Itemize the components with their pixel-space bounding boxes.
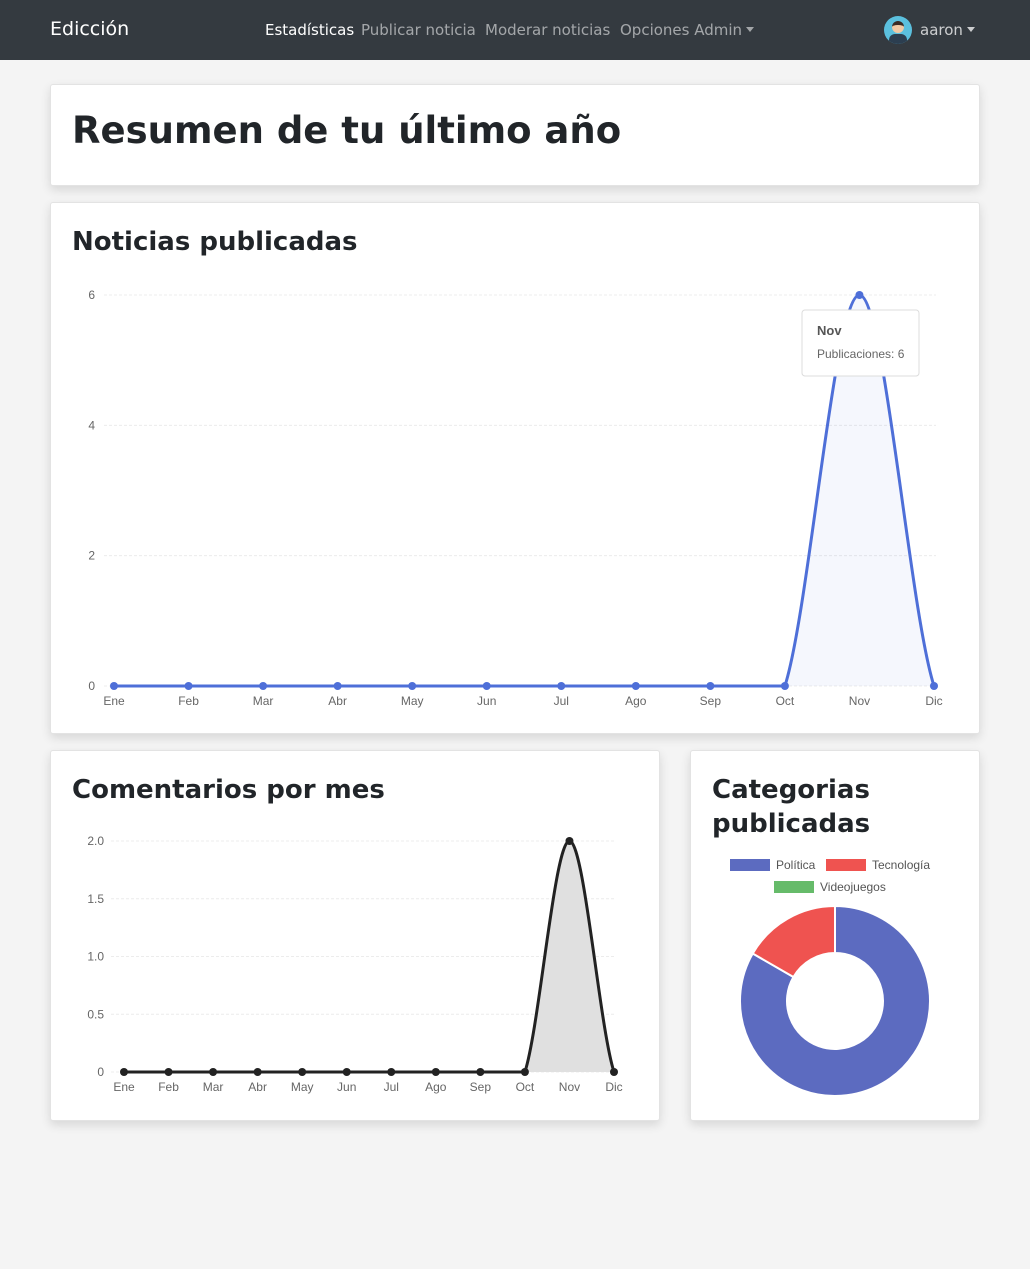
user-dropdown[interactable]: aaron	[920, 21, 975, 39]
x-tick-label: Oct	[776, 694, 795, 708]
nav-dropdown-opciones-admin-label: Opciones Admin	[620, 21, 743, 39]
categories-chart-title-line1: Categorias	[712, 775, 870, 805]
caret-down-icon	[746, 27, 755, 32]
categories-chart[interactable]: Política Tecnología Videojuegos	[691, 851, 979, 1111]
data-point	[780, 682, 789, 690]
data-point	[520, 1068, 529, 1076]
x-tick-label: May	[291, 1080, 314, 1094]
tooltip-title: Nov	[817, 323, 842, 338]
chart-tooltip: Nov Publicaciones: 6	[801, 309, 920, 377]
x-tick-label: Jul	[554, 694, 569, 708]
x-tick-label: Ago	[425, 1080, 447, 1094]
y-tick-label: 0	[88, 679, 95, 693]
data-point	[930, 682, 938, 690]
data-point	[610, 1068, 618, 1076]
categories-chart-title: Categorias publicadas	[712, 773, 870, 841]
y-tick-label: 0	[97, 1065, 104, 1079]
x-tick-label: Sep	[470, 1080, 492, 1094]
data-point	[333, 682, 342, 690]
data-point	[482, 682, 491, 690]
data-point	[476, 1068, 485, 1076]
x-tick-label: Abr	[328, 694, 347, 708]
y-tick-label: 1.5	[87, 892, 104, 906]
y-tick-label: 1.0	[87, 950, 104, 964]
data-point	[209, 1068, 218, 1076]
news-chart-title: Noticias publicadas	[72, 227, 358, 257]
legend-swatch	[826, 859, 866, 871]
nav-dropdown-opciones-admin[interactable]: Opciones Admin	[620, 21, 755, 39]
y-tick-label: 2.0	[87, 834, 104, 848]
data-point	[259, 682, 268, 690]
x-tick-label: Oct	[516, 1080, 535, 1094]
x-tick-label: Abr	[248, 1080, 267, 1094]
legend-label: Política	[776, 858, 816, 872]
x-tick-label: Mar	[203, 1080, 224, 1094]
y-tick-label: 0.5	[87, 1007, 104, 1021]
x-tick-label: Dic	[605, 1080, 622, 1094]
caret-down-icon	[966, 27, 975, 32]
comments-chart-title: Comentarios por mes	[72, 775, 385, 805]
comments-chart[interactable]: 0 0.5 1.0 1.5 2.0 Ene Feb Mar Abr May Jun Jul Ago Sep…	[51, 823, 659, 1118]
data-point	[706, 682, 715, 690]
data-point	[120, 1068, 128, 1076]
x-tick-label: Feb	[178, 694, 199, 708]
data-point	[631, 682, 640, 690]
x-tick-label: Dic	[925, 694, 942, 708]
x-tick-label: Ene	[103, 694, 125, 708]
data-point	[164, 1068, 173, 1076]
x-tick-label: May	[401, 694, 424, 708]
data-point	[855, 291, 864, 299]
y-tick-label: 2	[88, 549, 95, 563]
data-point	[253, 1068, 262, 1076]
data-point	[342, 1068, 351, 1076]
legend-label: Videojuegos	[820, 880, 886, 894]
data-point	[110, 682, 118, 690]
navbar: Edicción Estadísticas Publicar noticia M…	[0, 0, 1030, 60]
data-point	[408, 682, 417, 690]
x-tick-label: Feb	[158, 1080, 179, 1094]
avatar-head	[892, 21, 904, 33]
nav-link-moderar-noticias[interactable]: Moderar noticias	[485, 21, 610, 39]
x-tick-label: Jul	[384, 1080, 399, 1094]
nav-link-publicar-noticia[interactable]: Publicar noticia	[361, 21, 476, 39]
data-point	[298, 1068, 307, 1076]
x-tick-label: Nov	[559, 1080, 580, 1094]
data-point	[431, 1068, 440, 1076]
page-title: Resumen de tu último año	[72, 109, 622, 152]
summary-card: Resumen de tu último año	[50, 84, 980, 186]
avatar-body	[889, 34, 907, 44]
navbar-brand[interactable]: Edicción	[50, 18, 129, 40]
user-name: aaron	[920, 21, 963, 39]
x-tick-label: Jun	[477, 694, 496, 708]
x-tick-label: Sep	[700, 694, 722, 708]
x-tick-label: Jun	[337, 1080, 356, 1094]
categories-card: Categorias publicadas Política Tecnología V…	[690, 750, 980, 1121]
news-card: Noticias publicadas 0 2 4 6 Ene Feb Mar Abr May J…	[50, 202, 980, 734]
data-point	[565, 837, 574, 845]
tooltip-box	[801, 309, 920, 377]
data-point	[184, 682, 193, 690]
tooltip-text: Publicaciones: 6	[817, 347, 905, 361]
y-tick-label: 4	[88, 418, 95, 432]
y-tick-label: 6	[88, 288, 95, 302]
nav-link-estadisticas[interactable]: Estadísticas	[265, 21, 354, 39]
data-point	[387, 1068, 396, 1076]
legend-swatch	[730, 859, 770, 871]
x-tick-label: Nov	[849, 694, 870, 708]
x-tick-label: Mar	[253, 694, 274, 708]
comments-card: Comentarios por mes 0 0.5 1.0 1.5 2.0 Ene Feb M…	[50, 750, 660, 1121]
categories-chart-title-line2: publicadas	[712, 809, 871, 839]
data-point	[557, 682, 566, 690]
avatar[interactable]	[884, 16, 912, 44]
x-tick-label: Ene	[113, 1080, 135, 1094]
x-tick-label: Ago	[625, 694, 647, 708]
legend-swatch	[774, 881, 814, 893]
news-chart[interactable]: 0 2 4 6 Ene Feb Mar Abr May Jun Jul Ago Sep Oct Nov Dic…	[51, 273, 979, 733]
legend-label: Tecnología	[872, 858, 930, 872]
